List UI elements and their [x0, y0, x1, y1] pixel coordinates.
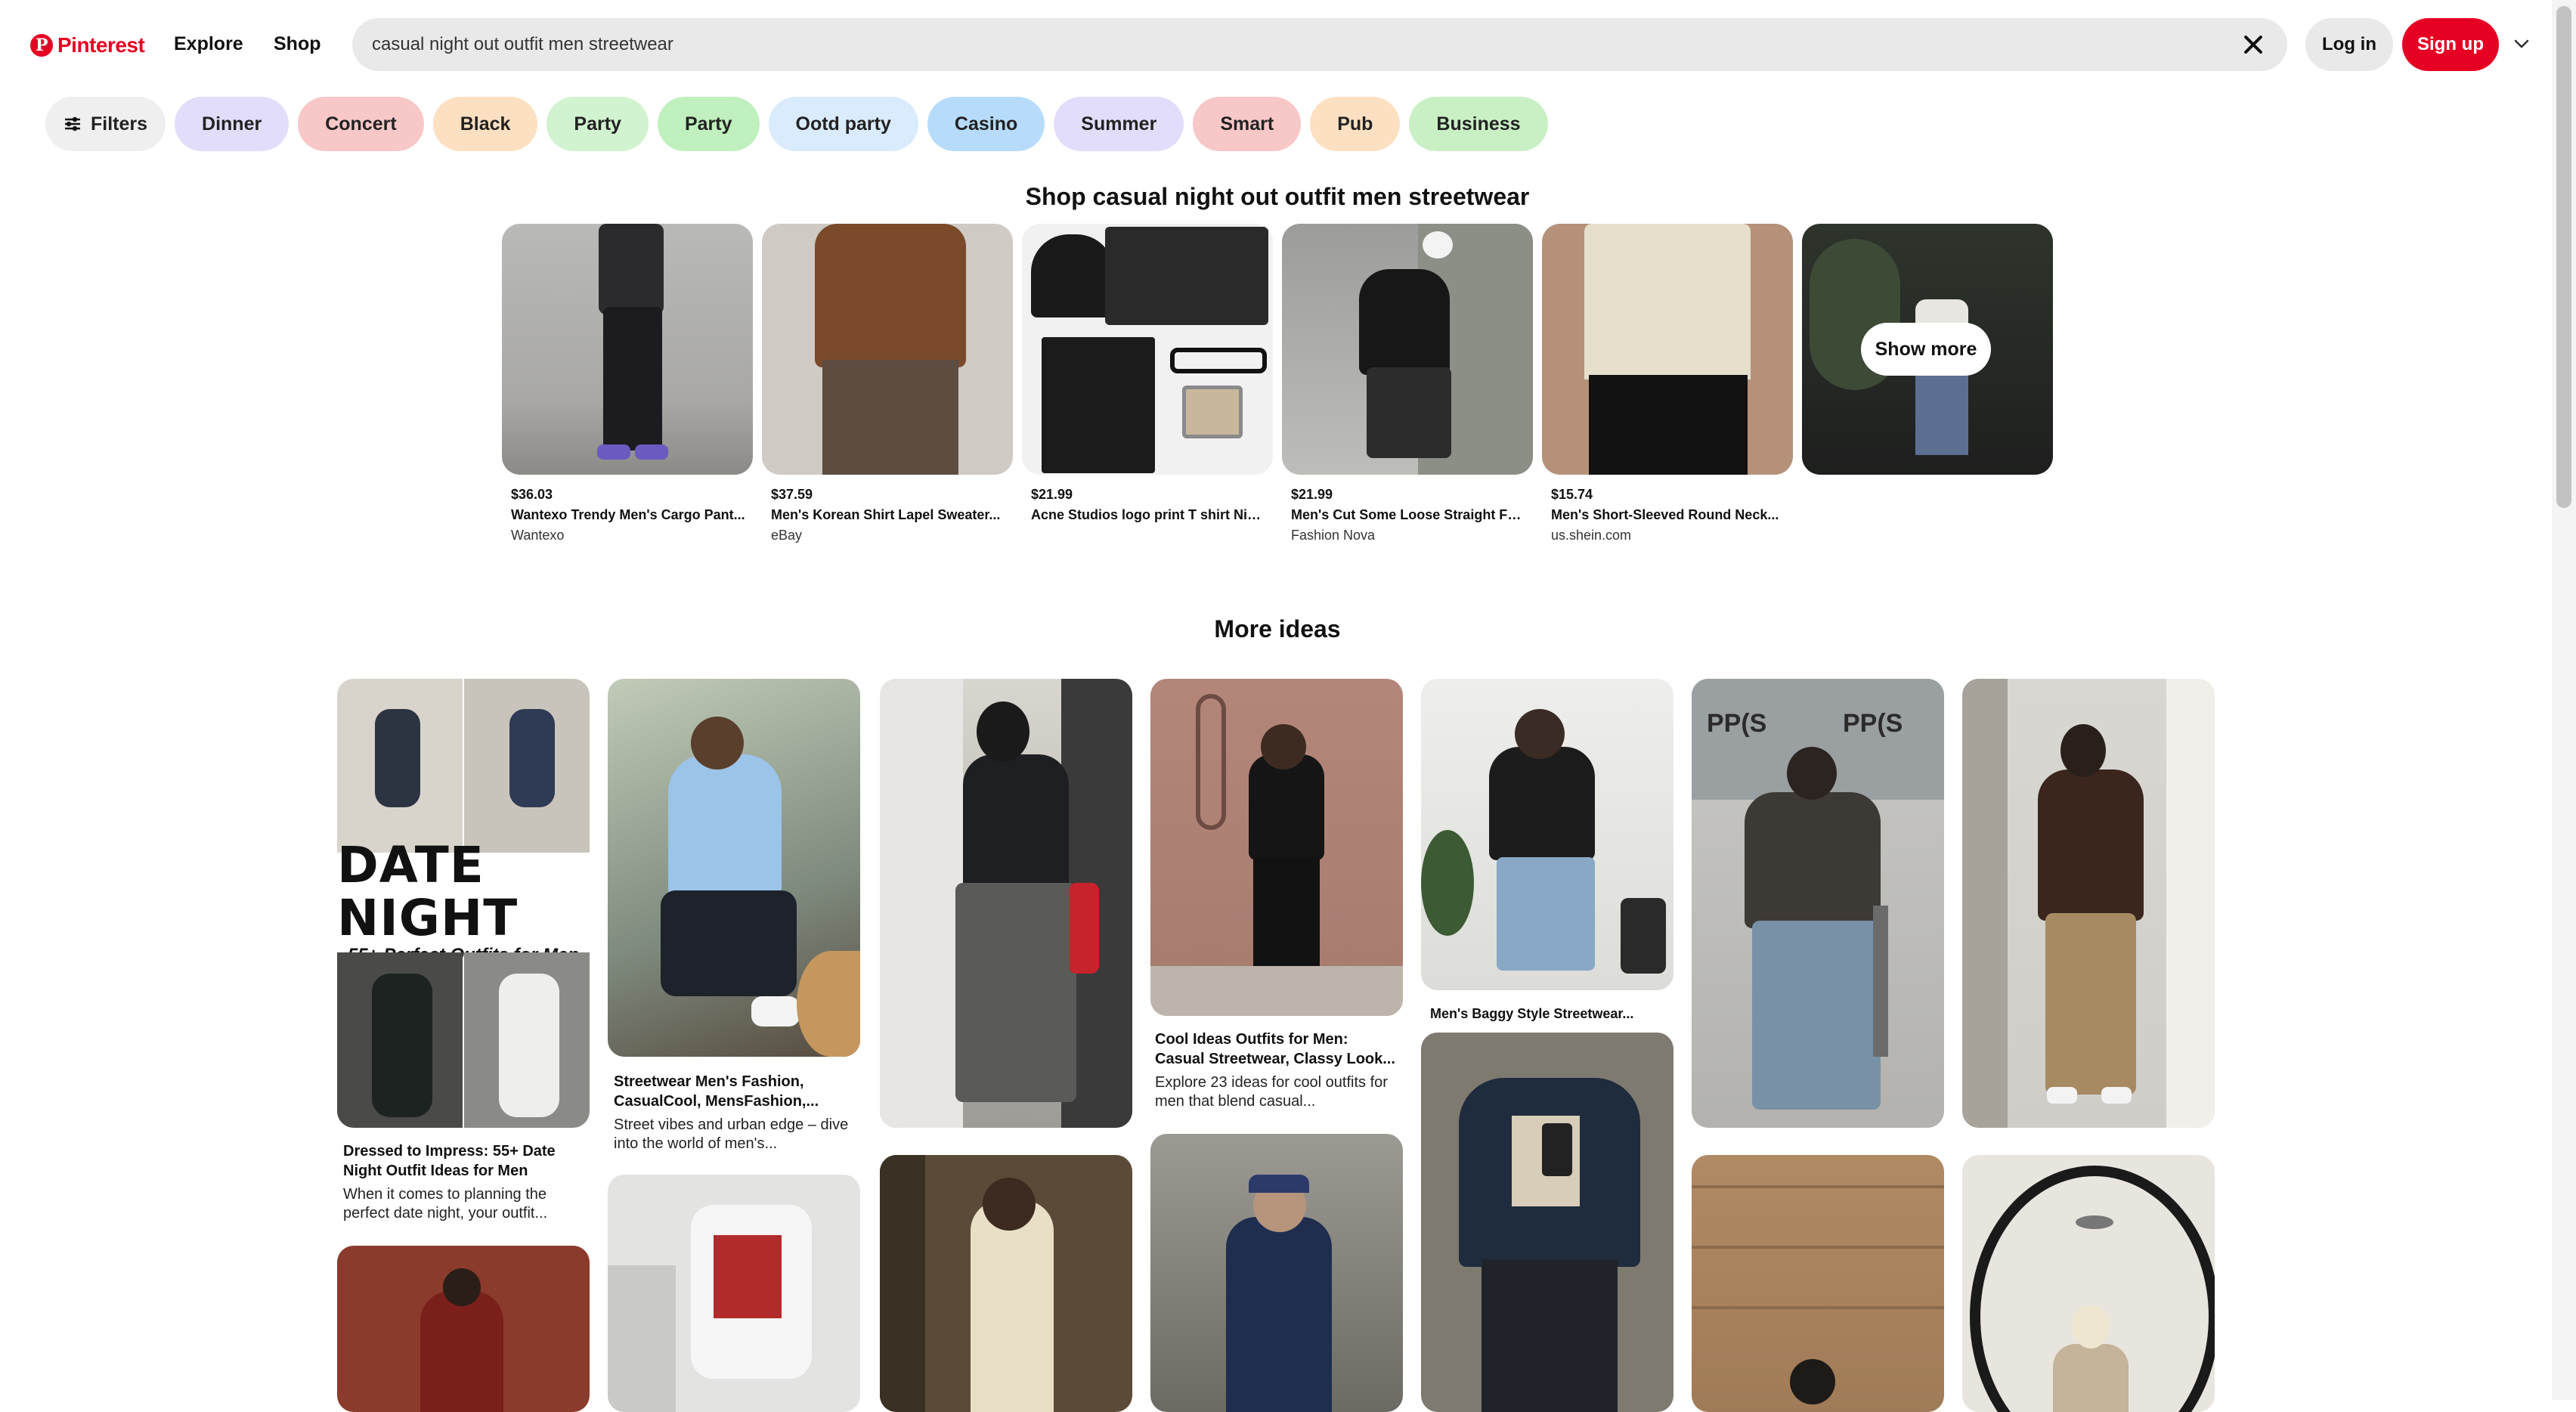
filter-chips: Filters Dinner Concert Black Party Party…	[45, 97, 1548, 151]
product-price: $37.59	[771, 487, 813, 502]
sliders-icon	[65, 116, 80, 132]
pin[interactable]	[880, 679, 1132, 1128]
shop-sign-text: PP(S	[1843, 709, 1903, 738]
nav-shop[interactable]: Shop	[274, 33, 321, 55]
product-price: $21.99	[1031, 487, 1073, 502]
filters-button[interactable]: Filters	[45, 97, 166, 151]
pin-description: Street vibes and urban edge – dive into …	[614, 1116, 849, 1152]
pin[interactable]	[608, 1175, 860, 1412]
chip-label: Smart	[1220, 113, 1274, 135]
scrollbar-thumb[interactable]	[2556, 6, 2571, 508]
show-more-button[interactable]: Show more	[1861, 323, 1991, 376]
login-button[interactable]: Log in	[2305, 18, 2393, 71]
chip-casino[interactable]: Casino	[927, 97, 1045, 151]
chip-summer[interactable]: Summer	[1054, 97, 1184, 151]
pin-baggy[interactable]	[1421, 679, 1673, 990]
product-source: us.shein.com	[1551, 528, 1632, 543]
clear-search-icon[interactable]	[2237, 29, 2268, 60]
show-more-card[interactable]: Show more	[1802, 224, 2053, 475]
product-card[interactable]: $36.03 Wantexo Trendy Men's Cargo Pant..…	[502, 224, 753, 543]
chip-label: Black	[460, 113, 511, 135]
chip-party[interactable]: Party	[546, 97, 649, 151]
product-card[interactable]: $21.99 Men's Cut Some Loose Straight Fa.…	[1282, 224, 1533, 543]
pin[interactable]: PP(S PP(S	[1692, 679, 1944, 1128]
chip-ootd-party[interactable]: Ootd party	[768, 97, 918, 151]
chip-dinner[interactable]: Dinner	[175, 97, 289, 151]
pin-description: When it comes to planning the perfect da…	[343, 1186, 548, 1222]
product-name[interactable]: Men's Korean Shirt Lapel Sweater...	[762, 507, 1005, 523]
product-price: $36.03	[511, 487, 553, 502]
chip-label: Pub	[1337, 113, 1373, 135]
product-name[interactable]: Men's Short-Sleeved Round Neck...	[1542, 507, 1785, 523]
pin-streetwear[interactable]	[608, 679, 860, 1057]
pin[interactable]	[880, 1155, 1132, 1412]
search-input[interactable]: casual night out outfit men streetwear	[372, 34, 2237, 55]
product-image[interactable]	[502, 224, 753, 475]
chip-black[interactable]: Black	[432, 97, 538, 151]
pin-title[interactable]: Dressed to Impress: 55+ Date Night Outfi…	[343, 1141, 585, 1181]
pin[interactable]	[1962, 1155, 2215, 1412]
more-ideas-title: More ideas	[1214, 615, 1341, 643]
chip-label: Concert	[325, 113, 397, 135]
logo-text: Pinterest	[57, 33, 145, 57]
product-image[interactable]	[762, 224, 1013, 475]
chevron-down-icon[interactable]	[2513, 35, 2531, 53]
product-price: $21.99	[1291, 487, 1333, 502]
shop-section-title: Shop casual night out outfit men streetw…	[1025, 183, 1530, 210]
pin-date-night[interactable]: DATE NIGHT 55+ Perfect Outfits for Men	[337, 679, 590, 1128]
product-card[interactable]: $15.74 Men's Short-Sleeved Round Neck...…	[1542, 224, 1793, 543]
pin[interactable]	[337, 1246, 590, 1412]
pinterest-p-icon: P	[30, 34, 53, 57]
pin-cool-ideas[interactable]	[1150, 679, 1403, 1016]
chip-smart[interactable]: Smart	[1193, 97, 1302, 151]
chip-concert[interactable]: Concert	[298, 97, 424, 151]
chip-label: Party	[574, 113, 621, 135]
chip-label: Summer	[1081, 113, 1157, 135]
pin-title[interactable]: Streetwear Men's Fashion, CasualCool, Me…	[614, 1072, 856, 1111]
pin[interactable]	[1150, 1134, 1403, 1412]
product-image[interactable]	[1282, 224, 1533, 475]
pin-title[interactable]: Cool Ideas Outfits for Men: Casual Stree…	[1155, 1030, 1400, 1069]
product-source: eBay	[771, 528, 803, 543]
product-image[interactable]	[1542, 224, 1793, 475]
chip-label: Casino	[954, 113, 1018, 135]
signup-button[interactable]: Sign up	[2402, 18, 2499, 71]
chip-label: Dinner	[202, 113, 262, 135]
nav-explore[interactable]: Explore	[174, 33, 243, 55]
chip-party-2[interactable]: Party	[657, 97, 760, 151]
chip-business[interactable]: Business	[1409, 97, 1548, 151]
shop-sign-text: PP(S	[1707, 709, 1767, 738]
product-card[interactable]: $21.99 Acne Studios logo print T shirt N…	[1022, 224, 1273, 528]
product-name[interactable]: Acne Studios logo print T shirt Nig...	[1022, 507, 1265, 523]
chip-label: Business	[1436, 113, 1521, 135]
product-source: Wantexo	[511, 528, 565, 543]
pin[interactable]	[1692, 1155, 1944, 1412]
pin-description: Explore 23 ideas for cool outfits for me…	[1155, 1074, 1388, 1110]
pin[interactable]	[1962, 679, 2215, 1128]
product-card[interactable]: $37.59 Men's Korean Shirt Lapel Sweater.…	[762, 224, 1013, 543]
product-name[interactable]: Men's Cut Some Loose Straight Fa...	[1282, 507, 1525, 523]
product-source: Fashion Nova	[1291, 528, 1376, 543]
product-name[interactable]: Wantexo Trendy Men's Cargo Pant...	[502, 507, 745, 523]
chip-label: Ootd party	[795, 113, 891, 135]
show-more-image[interactable]: Show more	[1802, 224, 2053, 475]
search-bar[interactable]: casual night out outfit men streetwear	[352, 18, 2287, 71]
chip-pub[interactable]: Pub	[1310, 97, 1401, 151]
pin-title[interactable]: Men's Baggy Style Streetwear...	[1430, 1004, 1672, 1023]
product-price: $15.74	[1551, 487, 1593, 502]
product-image[interactable]	[1022, 224, 1273, 475]
pinterest-logo[interactable]: P Pinterest	[30, 29, 145, 62]
date-night-headline: DATE NIGHT	[337, 836, 519, 947]
chip-label: Party	[684, 113, 732, 135]
pin[interactable]	[1421, 1033, 1673, 1412]
filters-label: Filters	[91, 113, 148, 135]
